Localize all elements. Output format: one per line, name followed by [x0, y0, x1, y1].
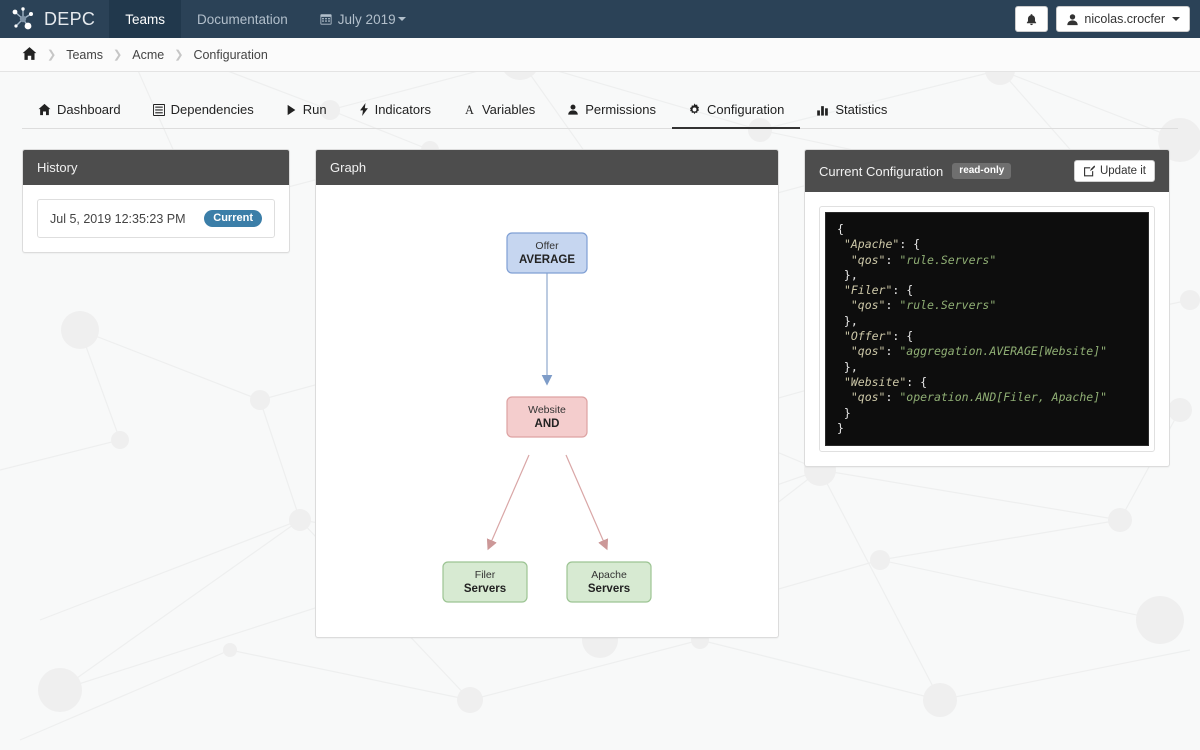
configuration-panel: Current Configuration read-only Update i…	[804, 149, 1170, 468]
nav-item-documentation-label: Documentation	[196, 11, 288, 27]
graph-panel-title: Graph	[330, 160, 367, 175]
breadcrumb-separator: ❯	[174, 49, 184, 61]
list-icon	[152, 103, 165, 116]
read-only-badge: read-only	[952, 163, 1012, 179]
bell-icon	[1027, 13, 1037, 25]
brand-name: DEPC	[44, 8, 96, 29]
top-navbar: DEPC Teams Documentation July 2019 nicol…	[0, 0, 1200, 38]
font-icon: A	[463, 103, 476, 116]
user-menu-button[interactable]: nicolas.crocfer	[1056, 6, 1190, 32]
graph-node-offer[interactable]: Offer AVERAGE	[506, 232, 588, 274]
history-item-timestamp: Jul 5, 2019 12:35:23 PM	[50, 211, 186, 226]
breadcrumb-item-acme[interactable]: Acme	[132, 48, 164, 62]
update-it-label: Update it	[1099, 165, 1146, 177]
history-panel-header: History	[23, 150, 289, 185]
tab-dependencies[interactable]: Dependencies	[137, 94, 270, 129]
navbar-right-group: nicolas.crocfer	[1015, 0, 1200, 38]
home-icon	[38, 103, 51, 116]
chevron-down-icon	[1172, 17, 1180, 21]
tab-configuration-label: Configuration	[707, 102, 785, 117]
user-name-label: nicolas.crocfer	[1084, 12, 1165, 26]
graph-panel-header: Graph	[316, 150, 778, 185]
status-badge: Current	[204, 210, 262, 227]
graph-node-apache-name: Apache	[591, 569, 627, 581]
graph-column: Graph Offer AVERAGE Website AND Filer Se…	[315, 149, 779, 638]
code-frame: { "Apache": { "qos": "rule.Servers" }, "…	[819, 206, 1155, 453]
brand-logo-link[interactable]: DEPC	[0, 0, 109, 38]
play-icon	[286, 104, 297, 116]
nav-item-documentation[interactable]: Documentation	[181, 0, 304, 38]
tab-permissions[interactable]: Permissions	[551, 94, 672, 129]
graph-node-website-name: Website	[528, 404, 566, 416]
breadcrumb-separator: ❯	[47, 49, 57, 61]
tab-run[interactable]: Run	[270, 94, 343, 129]
history-column: History Jul 5, 2019 12:35:23 PM Current	[22, 149, 290, 253]
tab-statistics[interactable]: Statistics	[800, 94, 903, 129]
graph-node-filer-op: Servers	[464, 583, 506, 595]
bar-chart-icon	[816, 104, 829, 116]
graph-node-website-op: AND	[535, 418, 560, 430]
period-label: July 2019	[337, 11, 396, 27]
tab-indicators-label: Indicators	[374, 102, 431, 117]
breadcrumb-item-teams[interactable]: Teams	[66, 48, 103, 62]
edit-square-icon	[1083, 165, 1095, 177]
graph-node-apache[interactable]: Apache Servers	[566, 561, 652, 603]
breadcrumb-home-link[interactable]	[22, 46, 37, 64]
nav-item-teams-label: Teams	[125, 11, 165, 27]
home-icon	[22, 46, 37, 60]
calendar-icon	[320, 14, 332, 25]
history-panel: History Jul 5, 2019 12:35:23 PM Current	[22, 149, 290, 253]
molecule-network-icon	[12, 7, 33, 30]
update-it-button[interactable]: Update it	[1073, 160, 1155, 182]
tab-indicators[interactable]: Indicators	[343, 94, 447, 129]
graph-edge-website-apache	[565, 454, 609, 551]
graph-node-apache-op: Servers	[588, 583, 630, 595]
graph-edge-website-filer	[486, 454, 530, 551]
tab-configuration[interactable]: Configuration	[672, 94, 801, 129]
bolt-icon	[359, 103, 369, 116]
tab-dashboard[interactable]: Dashboard	[22, 94, 137, 129]
tabs-container: Dashboard Dependencies Run Indicators A …	[0, 72, 1200, 129]
history-panel-title: History	[37, 160, 78, 175]
graph-panel-body[interactable]: Offer AVERAGE Website AND Filer Servers …	[316, 185, 778, 637]
configuration-panel-body: { "Apache": { "qos": "rule.Servers" }, "…	[805, 192, 1169, 466]
tab-run-label: Run	[302, 102, 327, 117]
history-panel-body: Jul 5, 2019 12:35:23 PM Current	[23, 185, 289, 252]
configuration-panel-title: Current Configuration	[819, 163, 944, 179]
svg-text:A: A	[465, 103, 474, 116]
user-icon	[567, 103, 579, 116]
tab-bar: Dashboard Dependencies Run Indicators A …	[22, 94, 1178, 129]
tab-dashboard-label: Dashboard	[57, 102, 121, 117]
tab-statistics-label: Statistics	[835, 102, 888, 117]
nav-item-teams[interactable]: Teams	[109, 0, 181, 38]
tab-variables[interactable]: A Variables	[447, 94, 551, 129]
graph-node-filer-name: Filer	[475, 569, 496, 581]
history-list-item[interactable]: Jul 5, 2019 12:35:23 PM Current	[37, 199, 275, 238]
graph-node-offer-op: AVERAGE	[519, 254, 575, 266]
notifications-button[interactable]	[1015, 6, 1049, 32]
graph-node-website[interactable]: Website AND	[506, 396, 588, 438]
configuration-column: Current Configuration read-only Update i…	[804, 149, 1170, 468]
dependency-graph[interactable]: Offer AVERAGE Website AND Filer Servers …	[316, 185, 778, 637]
graph-node-filer[interactable]: Filer Servers	[442, 561, 528, 603]
chevron-down-icon	[397, 17, 406, 21]
graph-node-offer-name: Offer	[535, 240, 559, 252]
nav-item-period-dropdown[interactable]: July 2019	[304, 0, 422, 38]
graph-panel: Graph Offer AVERAGE Website AND Filer Se…	[315, 149, 779, 638]
main-columns: History Jul 5, 2019 12:35:23 PM Current …	[0, 129, 1200, 638]
user-icon	[1067, 13, 1079, 25]
breadcrumb-item-configuration: Configuration	[193, 47, 268, 62]
configuration-json-code: { "Apache": { "qos": "rule.Servers" }, "…	[825, 212, 1149, 447]
gear-icon	[688, 103, 701, 116]
configuration-panel-header: Current Configuration read-only Update i…	[805, 150, 1169, 192]
tab-permissions-label: Permissions	[585, 102, 656, 117]
tab-dependencies-label: Dependencies	[170, 102, 254, 117]
tab-variables-label: Variables	[481, 102, 536, 117]
breadcrumb: ❯ Teams ❯ Acme ❯ Configuration	[0, 38, 1200, 72]
breadcrumb-separator: ❯	[113, 49, 123, 61]
